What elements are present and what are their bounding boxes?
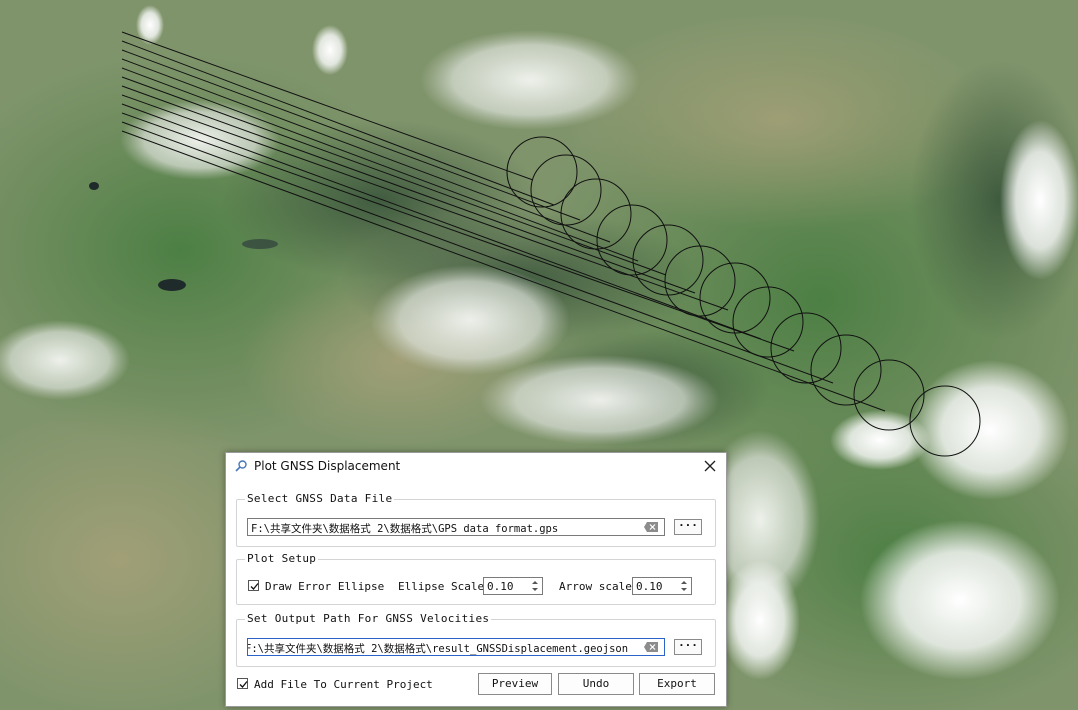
spin-arrows-icon[interactable] <box>529 579 541 593</box>
output-path-group-label: Set Output Path For GNSS Velocities <box>245 612 492 625</box>
dialog-title: Plot GNSS Displacement <box>254 459 401 473</box>
arrow-scale-value: 0.10 <box>636 580 663 593</box>
draw-error-ellipse-label: Draw Error Ellipse <box>265 580 385 593</box>
ellipse-scale-value: 0.10 <box>487 580 514 593</box>
undo-button[interactable]: Undo <box>558 673 634 695</box>
dialog-titlebar[interactable]: Plot GNSS Displacement <box>226 453 726 479</box>
plot-setup-group: Plot Setup Draw Error Ellipse Ellipse Sc… <box>236 552 716 605</box>
data-file-path-text: F:\共享文件夹\数据格式 2\数据格式\GPS data format.gps <box>251 523 559 535</box>
data-file-group: Select GNSS Data File F:\共享文件夹\数据格式 2\数据… <box>236 492 716 547</box>
add-file-checkbox[interactable] <box>237 678 248 689</box>
output-path-browse-button[interactable]: ··· <box>674 639 702 655</box>
clear-input-icon[interactable] <box>644 522 658 532</box>
arrow-scale-spinbox[interactable]: 0.10 <box>632 577 692 595</box>
spin-arrows-icon[interactable] <box>678 579 690 593</box>
magnifier-icon <box>235 460 247 472</box>
clear-input-icon[interactable] <box>644 642 658 652</box>
ellipse-scale-spinbox[interactable]: 0.10 <box>483 577 543 595</box>
output-path-group: Set Output Path For GNSS Velocities F:\共… <box>236 612 716 667</box>
add-file-label: Add File To Current Project <box>254 678 433 691</box>
plot-setup-group-label: Plot Setup <box>245 552 319 565</box>
arrow-scale-label: Arrow scale <box>559 580 632 593</box>
draw-error-ellipse-checkbox[interactable] <box>248 580 259 591</box>
preview-button[interactable]: Preview <box>478 673 552 695</box>
output-path-input[interactable]: F:\共享文件夹\数据格式 2\数据格式\result_GNSSDisplace… <box>247 638 665 656</box>
close-icon[interactable] <box>700 456 720 476</box>
checkmark-icon <box>239 681 248 688</box>
data-file-path-input[interactable]: F:\共享文件夹\数据格式 2\数据格式\GPS data format.gps <box>247 518 665 536</box>
data-file-group-label: Select GNSS Data File <box>245 492 395 505</box>
export-button[interactable]: Export <box>639 673 715 695</box>
checkmark-icon <box>250 583 259 590</box>
output-path-text: F:\共享文件夹\数据格式 2\数据格式\result_GNSSDisplace… <box>247 643 629 655</box>
data-file-browse-button[interactable]: ··· <box>674 519 702 535</box>
ellipse-scale-label: Ellipse Scale <box>398 580 485 593</box>
plot-gnss-displacement-dialog: Plot GNSS Displacement Select GNSS Data … <box>225 452 727 707</box>
